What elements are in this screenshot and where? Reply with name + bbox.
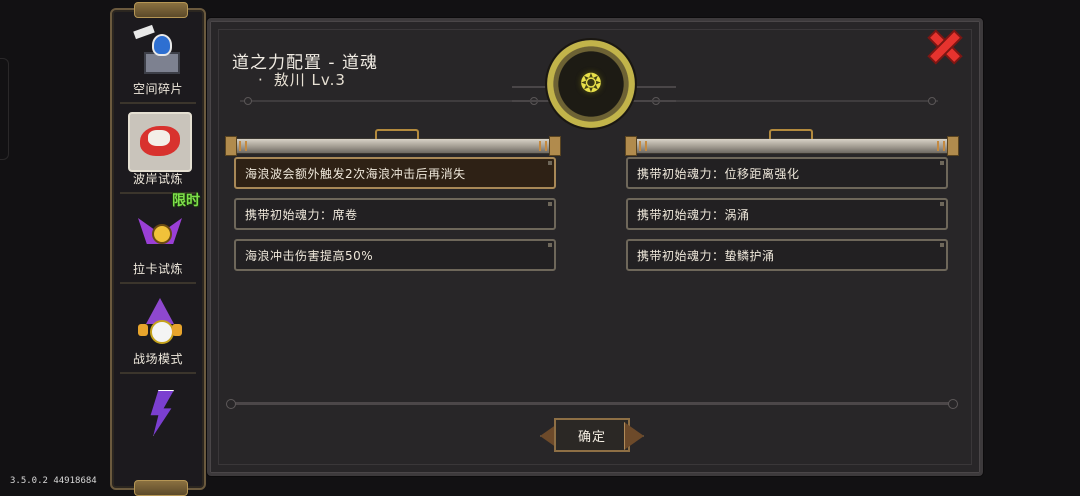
subtitle-bullet: ·	[258, 71, 264, 89]
hero-name-label: 敖川 Lv.3	[273, 71, 346, 89]
wave-trial-icon	[128, 112, 192, 172]
sidebar-item-label: 战场模式	[132, 352, 183, 366]
laka-trial-icon	[128, 202, 192, 262]
sidebar-item-battlefield[interactable]: 战场模式	[120, 286, 196, 374]
left-column-scroll-header	[225, 129, 561, 156]
option-right-2[interactable]: 携带初始魂力：涡涌	[626, 198, 948, 230]
battlefield-icon	[128, 292, 192, 352]
left-edge-ornament	[0, 58, 9, 160]
sidebar-item-laka-trial[interactable]: 限时 拉卡试炼	[120, 193, 200, 284]
dragon-soul-emblem-icon: ❂	[547, 40, 635, 128]
confirm-button[interactable]: 确定	[540, 416, 644, 454]
sidebar-item-lightning[interactable]	[120, 376, 196, 462]
version-text: 3.5.0.2 44918684	[10, 476, 97, 486]
option-right-3[interactable]: 携带初始魂力：蛰鳞护涌	[626, 239, 948, 271]
sidebar-item-space-fragment[interactable]: 空间碎片	[120, 16, 196, 104]
arrow-right-ornament	[624, 422, 644, 450]
bottom-divider	[226, 399, 958, 409]
title-divider-left	[240, 97, 540, 105]
hero-name-level: · 敖川 Lv.3	[258, 69, 346, 90]
lightning-icon	[128, 382, 192, 442]
confirm-label: 确定	[577, 429, 606, 445]
space-fragment-icon	[128, 22, 192, 82]
title-divider-right	[648, 97, 938, 105]
mode-sidebar: 空间碎片 波岸试炼 限时 拉卡试炼 战场模式	[110, 2, 206, 496]
emblem-wing-right	[630, 86, 676, 102]
option-left-1[interactable]: 海浪波会额外触发2次海浪冲击后再消失	[234, 157, 556, 189]
sidebar-item-wave-trial[interactable]: 波岸试炼	[120, 106, 196, 194]
option-left-2[interactable]: 携带初始魂力：席卷	[234, 198, 556, 230]
option-left-3[interactable]: 海浪冲击伤害提高50%	[234, 239, 556, 271]
sidebar-item-label: 空间碎片	[132, 82, 183, 96]
option-right-1[interactable]: 携带初始魂力：位移距离强化	[626, 157, 948, 189]
sidebar-item-label: 拉卡试炼	[132, 262, 183, 276]
right-column-scroll-header	[625, 129, 959, 156]
limited-time-badge: 限时	[172, 193, 200, 209]
close-button[interactable]	[930, 32, 960, 62]
sidebar-item-label: 波岸试炼	[132, 172, 183, 186]
sidebar-bottom-ornament	[134, 480, 188, 496]
